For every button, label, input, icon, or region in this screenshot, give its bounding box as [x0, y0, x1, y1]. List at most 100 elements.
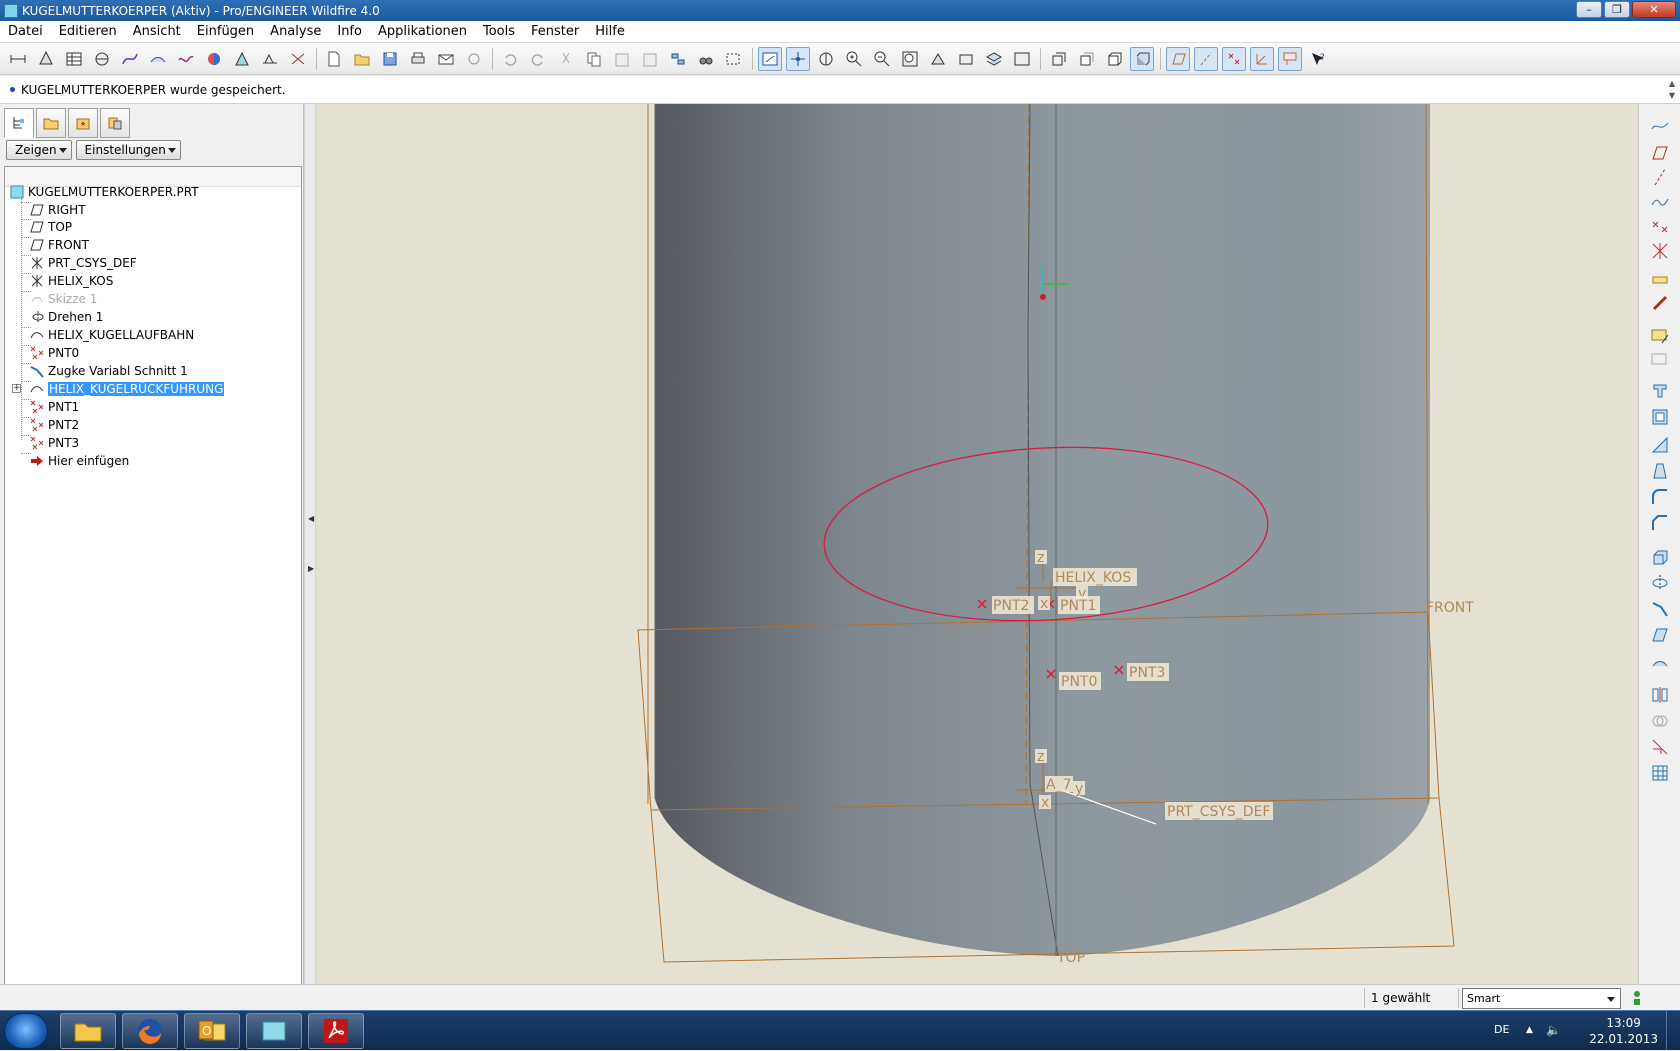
shading-analysis-icon[interactable]: [202, 47, 226, 71]
print-icon[interactable]: [406, 47, 430, 71]
datum-planes-toggle-icon[interactable]: [1166, 46, 1190, 71]
select-box-icon[interactable]: [722, 47, 746, 71]
menu-fenster[interactable]: Fenster: [523, 21, 587, 43]
variable-sweep-icon[interactable]: [1649, 598, 1671, 620]
tree-item-zugke-variabl-schnitt-1[interactable]: Zugke Variabl Schnitt 1: [29, 362, 188, 379]
open-folder-icon[interactable]: [350, 47, 374, 71]
pattern-icon[interactable]: [1649, 762, 1671, 784]
redo-icon[interactable]: [526, 47, 550, 71]
analysis-feature-icon[interactable]: [1649, 266, 1671, 288]
close-button[interactable]: ✕: [1632, 1, 1676, 18]
paste-icon[interactable]: [610, 47, 634, 71]
tray-expand-icon[interactable]: ▲: [1526, 1025, 1533, 1035]
label-pnt0[interactable]: PNT0: [1059, 672, 1101, 690]
sensitivity-icon[interactable]: [258, 47, 282, 71]
view-manager-icon[interactable]: [1010, 47, 1034, 71]
folder-browser-tab[interactable]: [36, 108, 66, 138]
label-pnt2[interactable]: PNT2: [992, 596, 1034, 614]
revolve-tool-icon[interactable]: [1649, 572, 1671, 594]
show-desktop-button[interactable]: [1666, 1011, 1680, 1051]
start-button[interactable]: [4, 1013, 48, 1049]
wireframe-icon[interactable]: [1046, 47, 1070, 71]
expand-drehen-1[interactable]: +: [12, 384, 21, 393]
boundary-blend-icon[interactable]: [1649, 650, 1671, 672]
optimization-icon[interactable]: [286, 47, 310, 71]
graphics-window[interactable]: z HELIX_KOS y x PNT2 PNT1 PNT0 PNT3 FRON…: [316, 104, 1638, 984]
context-help-icon[interactable]: ?: [1306, 47, 1330, 71]
email-icon[interactable]: [434, 47, 458, 71]
model-tree-tab[interactable]: [4, 108, 34, 138]
tree-item-helix-kugellaufbahn[interactable]: HELIX_KUGELLAUFBAHN: [29, 326, 194, 343]
datum-plane-tool-icon[interactable]: [1649, 142, 1671, 164]
annotations-toggle-icon[interactable]: [1278, 46, 1302, 71]
repaint-icon[interactable]: [758, 46, 782, 71]
round-icon[interactable]: [1649, 486, 1671, 508]
model-view[interactable]: z HELIX_KOS y x PNT2 PNT1 PNT0 PNT3 FRON…: [316, 104, 1638, 984]
draft-check-icon[interactable]: [230, 47, 254, 71]
maximize-button[interactable]: ❐: [1604, 1, 1630, 18]
layers-icon[interactable]: [982, 47, 1006, 71]
tree-item-right[interactable]: RIGHT: [29, 201, 86, 218]
datum-point-tool-icon[interactable]: [1649, 216, 1671, 238]
datum-axis-tool-icon[interactable]: [1649, 166, 1671, 188]
tree-item-skizze-1[interactable]: Skizze 1: [29, 290, 97, 307]
sketch-tool-icon[interactable]: [1649, 326, 1671, 348]
save-icon[interactable]: [378, 47, 402, 71]
sketch-disabled-icon[interactable]: [1649, 350, 1671, 372]
draft-icon[interactable]: [1649, 460, 1671, 482]
sketched-curve-icon[interactable]: [1649, 190, 1671, 212]
menu-analyse[interactable]: Analyse: [262, 21, 329, 43]
curve-analysis-icon[interactable]: [118, 47, 142, 71]
curvature-icon[interactable]: [174, 47, 198, 71]
label-helix-kos[interactable]: HELIX_KOS: [1053, 568, 1137, 586]
saved-views-icon[interactable]: [954, 47, 978, 71]
datum-points-toggle-icon[interactable]: [1222, 46, 1246, 71]
extrude-icon[interactable]: [1649, 546, 1671, 568]
label-top[interactable]: TOP: [1056, 950, 1085, 966]
volume-icon[interactable]: 🔈: [1546, 1023, 1561, 1037]
csys-toggle-icon[interactable]: [1250, 46, 1274, 71]
menu-applikationen[interactable]: Applikationen: [370, 21, 475, 43]
minimize-button[interactable]: –: [1576, 1, 1602, 18]
label-axis-a7[interactable]: A_7: [1045, 776, 1073, 793]
datum-axes-toggle-icon[interactable]: [1194, 46, 1218, 71]
chain-icon[interactable]: [1649, 292, 1671, 314]
message-scroll[interactable]: ▲ ▼: [1666, 78, 1678, 102]
tree-item-helix-kugelrueckfuehrung[interactable]: HELIX_KUGELRÜCKFÜHRUNG: [29, 380, 225, 397]
cut-icon[interactable]: [554, 47, 578, 71]
copy-icon[interactable]: [582, 47, 606, 71]
menu-ansicht[interactable]: Ansicht: [125, 21, 189, 43]
section-icon[interactable]: [90, 47, 114, 71]
firefox-icon[interactable]: [122, 1013, 178, 1049]
show-dropdown[interactable]: Zeigen: [6, 140, 72, 160]
menu-tools[interactable]: Tools: [475, 21, 523, 43]
selection-filter-dropdown[interactable]: Smart: [1462, 988, 1621, 1009]
tree-item-insert-here[interactable]: Hier einfügen: [29, 452, 129, 469]
label-prt-csys-def[interactable]: PRT_CSYS_DEF: [1165, 802, 1273, 820]
tree-item-pnt1[interactable]: PNT1: [29, 398, 79, 415]
refit-icon[interactable]: [898, 47, 922, 71]
hidden-line-icon[interactable]: [1074, 47, 1098, 71]
zoom-in-icon[interactable]: [842, 47, 866, 71]
reorient-icon[interactable]: [926, 47, 950, 71]
clock[interactable]: 13:09 22.01.2013: [1589, 1015, 1658, 1047]
tree-item-part[interactable]: KUGELMUTTERKOERPER.PRT: [9, 183, 199, 200]
tree-item-front[interactable]: FRONT: [29, 236, 89, 253]
menu-hilfe[interactable]: Hilfe: [587, 21, 633, 43]
paste-special-icon[interactable]: [638, 47, 662, 71]
zoom-out-icon[interactable]: [870, 47, 894, 71]
explorer-icon[interactable]: [60, 1013, 116, 1049]
csys-tool-icon[interactable]: [1649, 240, 1671, 262]
settings-dropdown[interactable]: Einstellungen: [75, 140, 181, 160]
extrude-hole-icon[interactable]: [1649, 380, 1671, 402]
regenerate-icon[interactable]: [666, 47, 690, 71]
orient-mode-icon[interactable]: [814, 47, 838, 71]
chamfer-icon[interactable]: [1649, 512, 1671, 534]
tree-item-pnt3[interactable]: PNT3: [29, 434, 79, 451]
datum-analysis-icon[interactable]: [1649, 114, 1671, 136]
menu-info[interactable]: Info: [329, 21, 370, 43]
surface-analysis-icon[interactable]: [146, 47, 170, 71]
tree-item-drehen-1[interactable]: Drehen 1: [29, 308, 103, 325]
acrobat-icon[interactable]: [308, 1013, 364, 1049]
cylinder-body[interactable]: [655, 104, 1430, 956]
